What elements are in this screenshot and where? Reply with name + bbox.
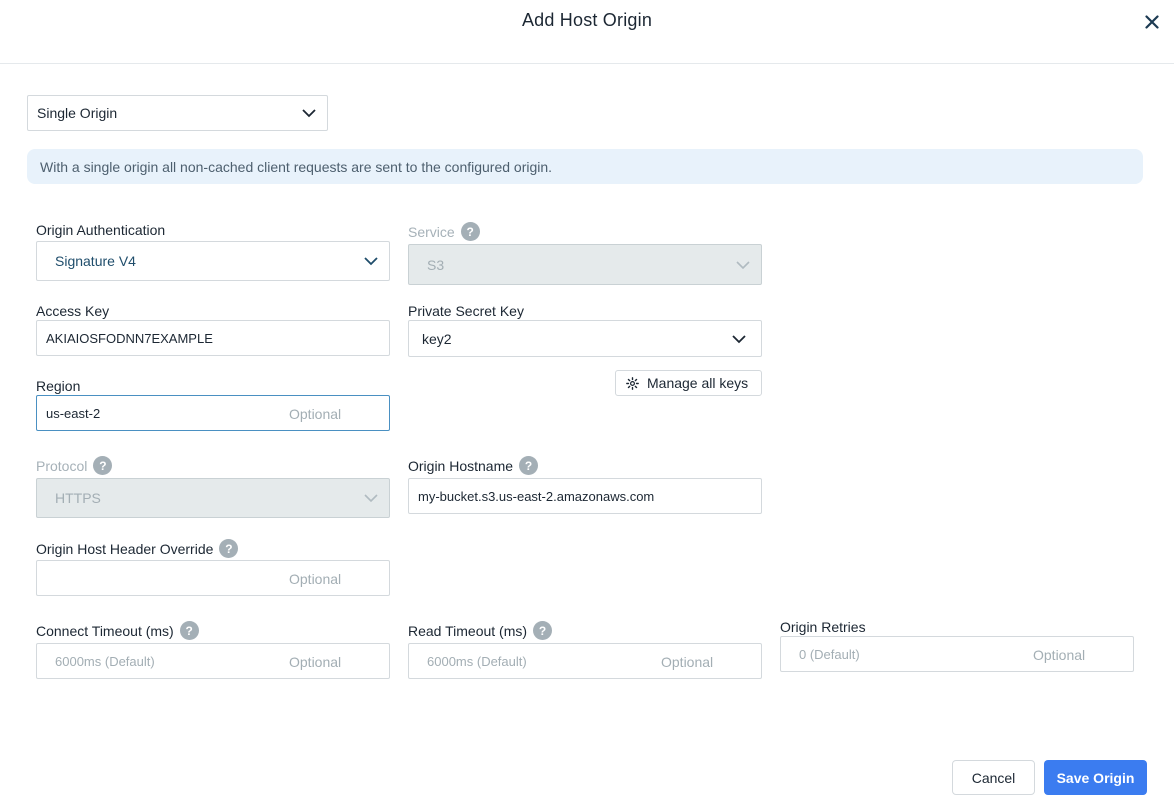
- origin-auth-label: Origin Authentication: [36, 222, 165, 238]
- close-icon: [1145, 15, 1159, 29]
- region-value: us-east-2: [46, 405, 101, 421]
- protocol-value: HTTPS: [55, 490, 101, 506]
- origin-retries-label: Origin Retries: [780, 619, 866, 635]
- chevron-down-icon: [364, 494, 378, 503]
- read-timeout-label-text: Read Timeout (ms): [408, 622, 528, 639]
- origin-auth-select[interactable]: Signature V4: [36, 241, 390, 281]
- private-secret-key-value: key2: [422, 330, 452, 347]
- origin-auth-label-text: Origin Authentication: [36, 222, 166, 238]
- protocol-select: HTTPS: [36, 478, 390, 518]
- read-timeout-optional-hint: Optional: [661, 653, 714, 670]
- origin-retries-placeholder: 0 (Default): [799, 646, 860, 662]
- gear-icon: [626, 376, 639, 390]
- cancel-button[interactable]: Cancel: [952, 760, 1035, 795]
- help-icon[interactable]: ?: [93, 456, 113, 475]
- close-button[interactable]: [1138, 8, 1166, 36]
- protocol-label-text: Protocol: [36, 457, 88, 474]
- origin-retries-input[interactable]: 0 (Default) Optional: [780, 636, 1134, 672]
- help-icon[interactable]: ?: [519, 456, 539, 475]
- manage-keys-button[interactable]: Manage all keys: [615, 370, 762, 396]
- access-key-input[interactable]: AKIAIOSFODNN7EXAMPLE: [36, 320, 390, 356]
- save-origin-button[interactable]: Save Origin: [1044, 760, 1147, 795]
- region-optional-hint: Optional: [289, 405, 342, 422]
- service-select: S3: [408, 244, 762, 285]
- origin-type-value: Single Origin: [37, 105, 118, 121]
- access-key-label: Access Key: [36, 303, 109, 319]
- region-label: Region: [36, 378, 80, 394]
- origin-type-select[interactable]: Single Origin: [27, 95, 328, 131]
- read-timeout-input[interactable]: 6000ms (Default) Optional: [408, 643, 762, 679]
- protocol-label: Protocol ?: [36, 456, 113, 475]
- host-header-override-optional-hint: Optional: [289, 570, 342, 587]
- service-value: S3: [427, 256, 445, 273]
- private-secret-key-label-text: Private Secret Key: [408, 303, 524, 319]
- help-icon[interactable]: ?: [533, 621, 553, 640]
- origin-retries-optional-hint: Optional: [1033, 646, 1086, 663]
- service-label-text: Service: [408, 223, 455, 240]
- service-label: Service ?: [408, 222, 480, 241]
- manage-keys-label: Manage all keys: [647, 375, 749, 391]
- origin-hostname-input[interactable]: my-bucket.s3.us-east-2.amazonaws.com: [408, 478, 762, 514]
- read-timeout-placeholder: 6000ms (Default): [427, 653, 527, 669]
- access-key-value: AKIAIOSFODNN7EXAMPLE: [46, 330, 213, 346]
- connect-timeout-label-text: Connect Timeout (ms): [36, 622, 174, 639]
- chevron-down-icon: [364, 257, 378, 266]
- read-timeout-label: Read Timeout (ms) ?: [408, 621, 553, 640]
- origin-auth-value: Signature V4: [55, 253, 136, 269]
- info-banner-text: With a single origin all non-cached clie…: [40, 158, 553, 175]
- connect-timeout-placeholder: 6000ms (Default): [55, 653, 155, 669]
- origin-hostname-label-text: Origin Hostname: [408, 457, 514, 474]
- connect-timeout-input[interactable]: 6000ms (Default) Optional: [36, 643, 390, 679]
- help-icon[interactable]: ?: [219, 539, 239, 558]
- dialog-header: Add Host Origin: [0, 0, 1174, 64]
- host-header-override-label-text: Origin Host Header Override: [36, 540, 214, 557]
- dialog-title: Add Host Origin: [521, 10, 653, 30]
- region-input[interactable]: us-east-2 Optional: [36, 395, 390, 431]
- origin-retries-label-text: Origin Retries: [780, 619, 866, 635]
- host-header-override-input[interactable]: Optional: [36, 560, 390, 596]
- private-secret-key-select[interactable]: key2: [408, 320, 762, 357]
- host-header-override-label: Origin Host Header Override ?: [36, 539, 239, 558]
- connect-timeout-optional-hint: Optional: [289, 653, 342, 670]
- origin-hostname-label: Origin Hostname ?: [408, 456, 539, 475]
- chevron-down-icon: [736, 260, 750, 269]
- chevron-down-icon: [302, 109, 316, 118]
- region-label-text: Region: [36, 378, 81, 394]
- help-icon[interactable]: ?: [179, 621, 199, 640]
- access-key-label-text: Access Key: [36, 303, 110, 319]
- origin-hostname-value: my-bucket.s3.us-east-2.amazonaws.com: [418, 488, 655, 504]
- chevron-down-icon: [732, 334, 746, 343]
- connect-timeout-label: Connect Timeout (ms) ?: [36, 621, 199, 640]
- help-icon[interactable]: ?: [460, 222, 480, 241]
- info-banner: With a single origin all non-cached clie…: [27, 149, 1143, 184]
- private-secret-key-label: Private Secret Key: [408, 303, 524, 319]
